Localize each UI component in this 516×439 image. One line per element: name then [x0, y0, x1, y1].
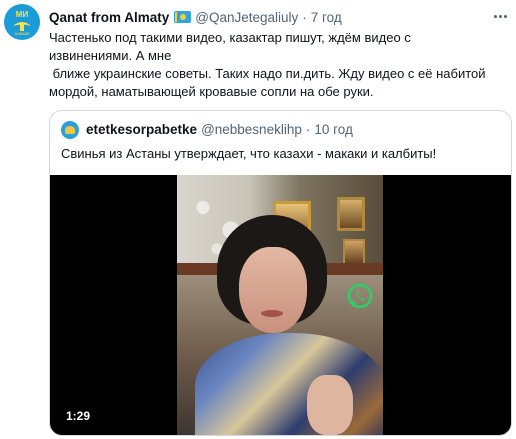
tweet-header: Qanat from Almaty @QanJetegaliuly · 7 го…	[49, 7, 342, 27]
quoted-timestamp: 10 год	[314, 122, 353, 137]
tweet-text-line: извинениями. А мне	[49, 48, 172, 63]
tweet-text: Частенько под такими видео, казактар пиш…	[49, 29, 509, 101]
user-avatar[interactable]: МИ Э-ВАШЕ	[4, 4, 40, 40]
more-horizontal-icon[interactable]	[491, 8, 509, 24]
quoted-display-name: etetkesorpabetke	[86, 122, 198, 137]
tweet-text-line: ближе украинские советы. Таких надо пи.д…	[49, 66, 486, 81]
display-name[interactable]: Qanat from Almaty	[49, 10, 169, 25]
tweet-text-line: мордой, наматывающей кровавые сопли на о…	[49, 84, 374, 99]
separator: ·	[302, 9, 307, 25]
quoted-tweet-text: Свинья из Астаны утверждает, что казахи …	[61, 146, 437, 161]
kazakhstan-flag-icon	[174, 11, 192, 23]
whatsapp-icon	[347, 283, 373, 309]
video-duration: 1:29	[62, 407, 95, 425]
quoted-separator: ·	[305, 122, 311, 137]
tweet-text-line: Частенько под такими видео, казактар пиш…	[49, 30, 411, 45]
quoted-user-handle: @nebbesneklihp	[201, 122, 302, 137]
quoted-tweet-header: etetkesorpabetke @nebbesneklihp · 10 год	[86, 122, 353, 137]
video-player[interactable]: 1:29	[50, 175, 511, 435]
user-handle[interactable]: @QanJetegaliuly	[195, 10, 298, 25]
tweet[interactable]: МИ Э-ВАШЕ Qanat from Almaty @QanJetegali…	[0, 0, 516, 439]
avatar-bottom-text: Э-ВАШЕ	[14, 31, 30, 36]
quoted-user-avatar	[61, 121, 79, 139]
timestamp[interactable]: 7 год	[311, 10, 342, 25]
quoted-tweet[interactable]: etetkesorpabetke @nebbesneklihp · 10 год…	[49, 110, 512, 436]
avatar-top-text: МИ	[15, 10, 29, 19]
